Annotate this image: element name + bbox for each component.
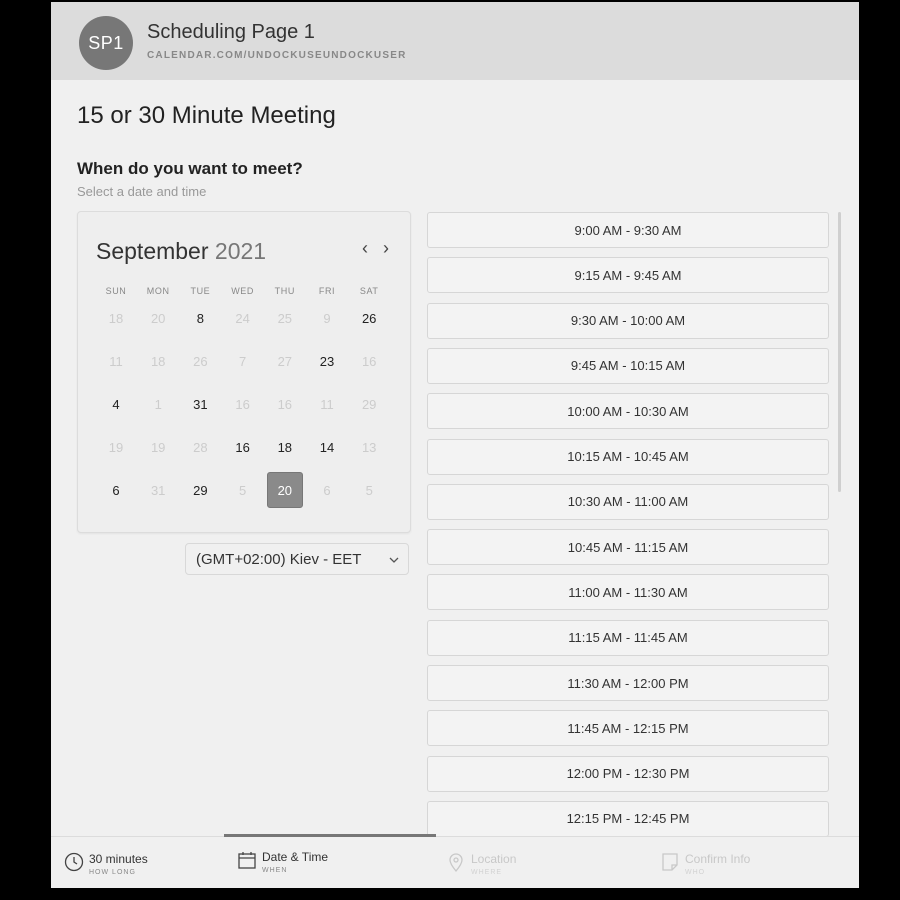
calendar-day-unavailable: 28 — [193, 439, 208, 455]
calendar-day-unavailable: 6 — [323, 482, 331, 498]
time-slot-button[interactable]: 11:15 AM - 11:45 AM — [427, 619, 829, 656]
month-label: September — [96, 238, 209, 264]
calendar-day-selected[interactable]: 20 — [266, 472, 303, 508]
chevron-down-icon — [389, 557, 399, 563]
time-slot-button[interactable]: 9:30 AM - 10:00 AM — [427, 302, 829, 339]
calendar-day-unavailable: 16 — [235, 396, 250, 412]
step-footer: 30 minutes HOW LONG Date & Time WHEN Loc… — [51, 834, 859, 888]
time-slot-button[interactable]: 11:30 AM - 12:00 PM — [427, 665, 829, 701]
calendar-day-unavailable: 16 — [361, 353, 377, 369]
time-slot-button[interactable]: 9:15 AM - 9:45 AM — [427, 257, 829, 294]
weekday-label: THU — [274, 286, 295, 296]
time-slot-button[interactable]: 12:00 PM - 12:30 PM — [427, 755, 829, 792]
weekday-label: TUE — [190, 286, 211, 296]
year-label: 2021 — [214, 238, 267, 264]
scheduling-page-title: Scheduling Page 1 — [147, 21, 315, 43]
time-slot-button[interactable]: 9:45 AM - 10:15 AM — [427, 347, 829, 384]
calendar-day-unavailable: 24 — [235, 310, 250, 326]
step-label: Date & Time — [262, 850, 329, 864]
page-header: SP1 Scheduling Page 1 CALENDAR.COM/UNDOC… — [51, 2, 859, 80]
step-label: Location — [471, 852, 517, 866]
calendar-day-unavailable: 5 — [238, 482, 247, 498]
calendar-day-unavailable: 11 — [109, 353, 123, 369]
time-slot-button[interactable]: 10:15 AM - 10:45 AM — [427, 438, 829, 475]
step-sublabel: HOW LONG — [89, 869, 136, 876]
time-slot-button[interactable]: 12:15 PM - 12:45 PM — [427, 800, 829, 837]
date-picker: September 2021 ‹ › SUN MON TUE WED THU FRI SAT… — [77, 211, 411, 533]
scheduling-page-url[interactable]: CALENDAR.COM/UNDOCKUSEUNDOCKUSER — [147, 50, 407, 61]
weekday-label: MON — [146, 286, 170, 296]
calendar-icon — [238, 852, 256, 869]
calendar-day-unavailable: 7 — [238, 353, 247, 369]
step-label: 30 minutes — [89, 852, 148, 866]
location-pin-icon — [449, 853, 463, 873]
calendar-day-available[interactable]: 18 — [267, 429, 303, 465]
calendar-day-available[interactable]: 29 — [182, 472, 218, 508]
calendar-day-unavailable: 19 — [150, 439, 166, 455]
time-slot-scrollbar[interactable] — [838, 212, 841, 492]
weekday-label: SAT — [359, 286, 379, 296]
active-step-indicator — [224, 834, 436, 837]
calendar-day-unavailable: 18 — [150, 353, 166, 369]
weekday-label: SUN — [105, 286, 127, 296]
meeting-title: 15 or 30 Minute Meeting — [77, 102, 336, 129]
calendar-day-unavailable: 13 — [361, 439, 377, 455]
calendar-day-unavailable: 19 — [108, 439, 124, 455]
calendar-day-available[interactable]: 14 — [309, 429, 345, 465]
clock-icon — [64, 852, 84, 872]
time-slot-button[interactable]: 11:45 AM - 12:15 PM — [427, 710, 829, 747]
calendar-day-unavailable: 18 — [108, 310, 124, 326]
calendar-day-unavailable: 9 — [323, 310, 331, 326]
calendar-day-available[interactable]: 6 — [98, 472, 134, 508]
avatar: SP1 — [79, 16, 133, 70]
calendar-day-available[interactable]: 8 — [182, 300, 218, 336]
calendar-day-unavailable: 31 — [150, 482, 166, 498]
step-sublabel: WHO — [685, 869, 706, 876]
time-slot-button[interactable]: 10:30 AM - 11:00 AM — [427, 483, 829, 520]
question-heading: When do you want to meet? — [77, 159, 303, 178]
weekday-label: FRI — [318, 286, 336, 296]
time-slot-button[interactable]: 11:00 AM - 11:30 AM — [427, 574, 829, 611]
calendar-day-unavailable: 11 — [320, 396, 334, 412]
calendar-day-available[interactable]: 16 — [225, 429, 261, 465]
calendar-day-unavailable: 16 — [277, 396, 293, 412]
calendar-day-unavailable: 26 — [193, 353, 208, 369]
next-month-button[interactable]: › — [383, 238, 389, 259]
timezone-select[interactable]: (GMT+02:00) Kiev - EET — [185, 543, 409, 575]
calendar-day-available[interactable]: 23 — [309, 343, 345, 379]
step-sublabel: WHERE — [471, 869, 503, 876]
question-hint: Select a date and time — [77, 184, 207, 199]
scheduling-app: SP1 Scheduling Page 1 CALENDAR.COM/UNDOC… — [51, 2, 859, 888]
calendar-day-unavailable: 25 — [277, 310, 293, 326]
calendar-day-available[interactable]: 31 — [182, 386, 218, 422]
time-slot-button[interactable]: 9:00 AM - 9:30 AM — [427, 212, 829, 248]
calendar-day-unavailable: 5 — [365, 482, 373, 498]
calendar-day-unavailable: 29 — [361, 396, 377, 412]
note-icon — [662, 853, 678, 871]
calendar-day-available[interactable]: 26 — [351, 300, 387, 336]
calendar-day-unavailable: 20 — [150, 310, 166, 326]
prev-month-button[interactable]: ‹ — [362, 238, 368, 259]
time-slot-button[interactable]: 10:45 AM - 11:15 AM — [427, 529, 829, 566]
month-year-label: September 2021 — [96, 238, 266, 265]
calendar-day-unavailable: 1 — [154, 396, 162, 412]
calendar-day-unavailable: 27 — [277, 353, 293, 369]
calendar-day-available[interactable]: 4 — [98, 386, 134, 422]
time-slot-button[interactable]: 10:00 AM - 10:30 AM — [427, 393, 829, 430]
step-label: Confirm Info — [685, 852, 751, 866]
step-sublabel: WHEN — [262, 867, 288, 874]
timezone-value: (GMT+02:00) Kiev - EET — [196, 551, 362, 568]
weekday-label: WED — [231, 286, 254, 296]
